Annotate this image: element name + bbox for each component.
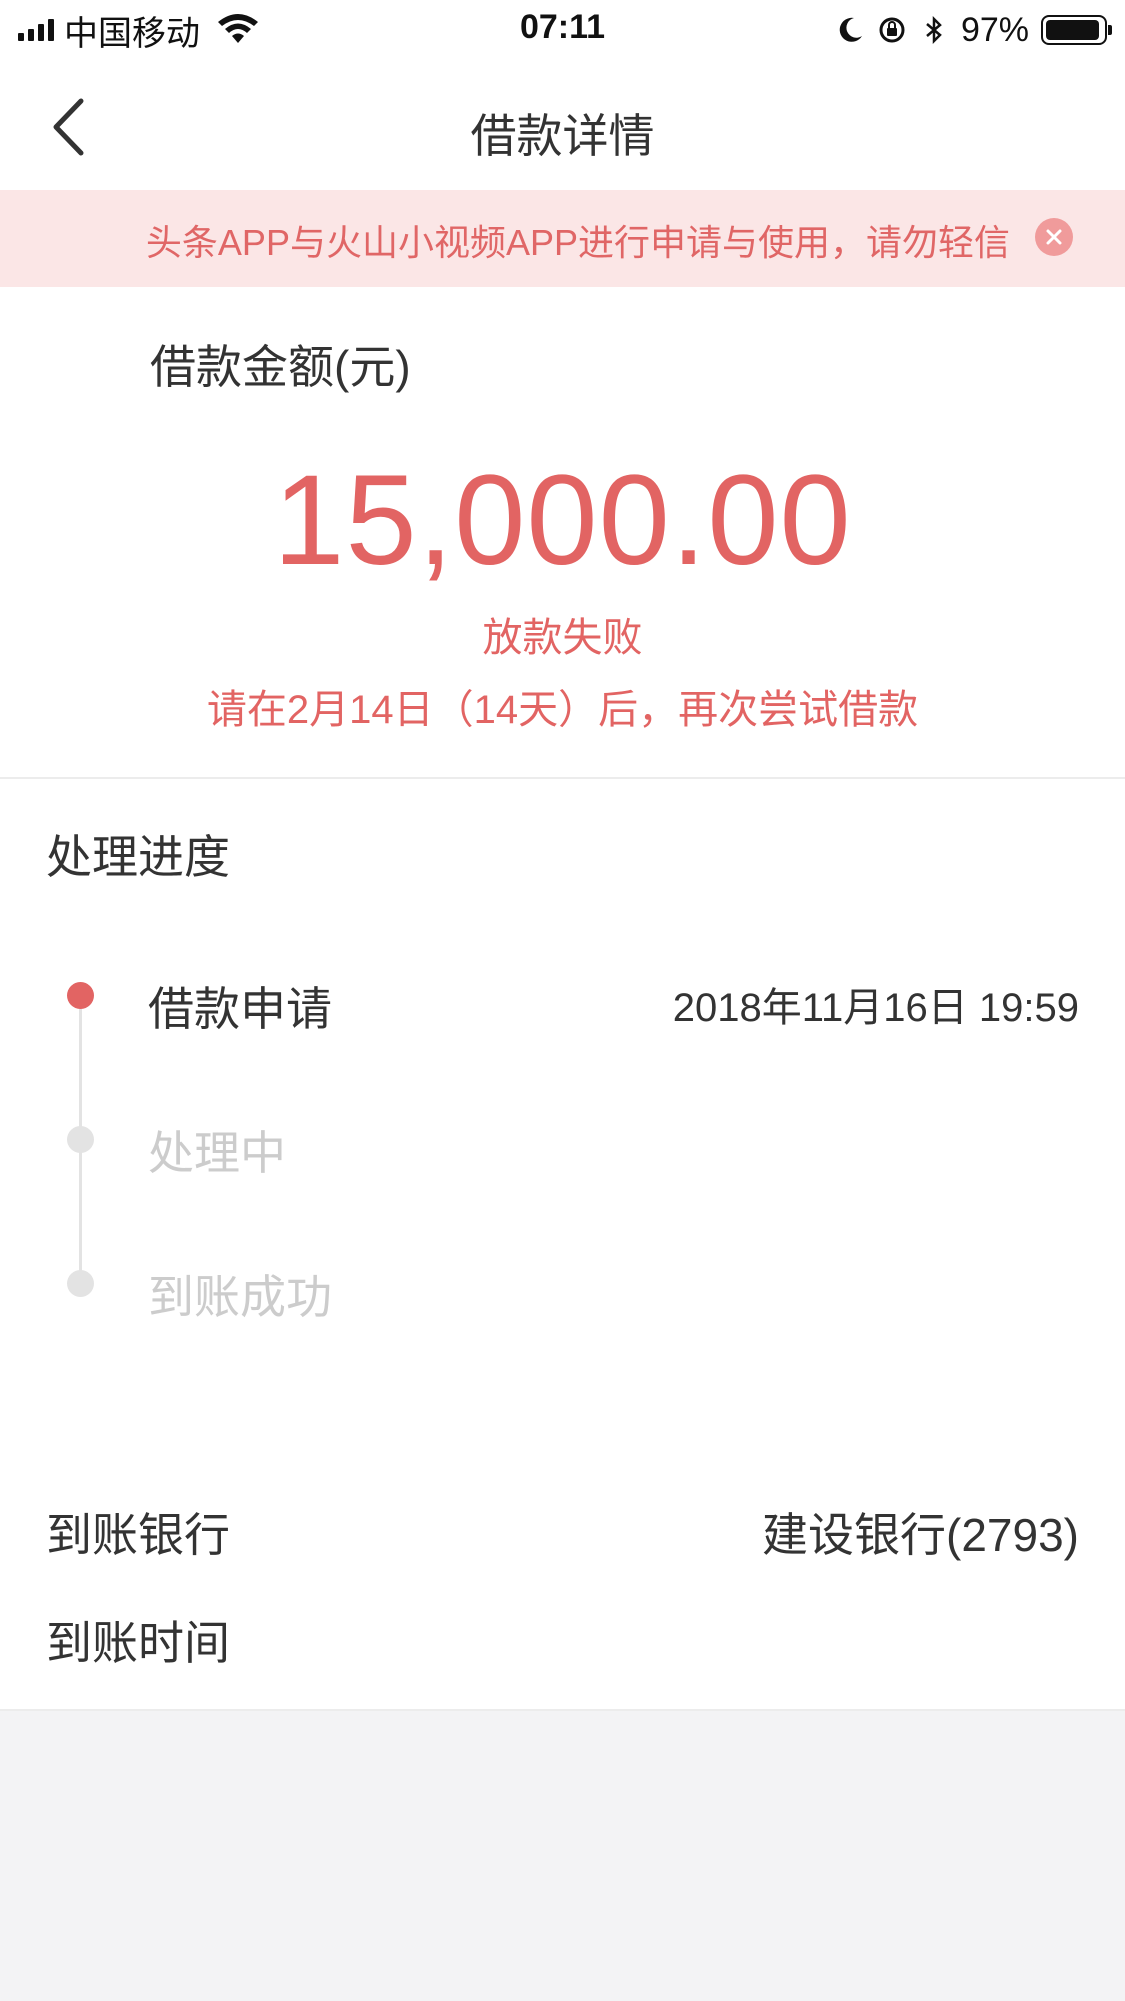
battery-percent: 97% xyxy=(960,10,1029,49)
status-bar: 中国移动 07:11 97% xyxy=(0,0,1125,62)
timeline-dot-success xyxy=(67,1270,94,1297)
timeline-dot-processing xyxy=(67,1126,94,1153)
amount-card: 借款金额(元) 15,000.00 放款失败 请在2月14日（14天）后，再次尝… xyxy=(0,287,1125,779)
page-title: 借款详情 xyxy=(470,110,655,162)
notice-text: 头条APP与火山小视频APP进行申请与使用，请勿轻信 xyxy=(145,222,1010,263)
notice-banner: 头条APP与火山小视频APP进行申请与使用，请勿轻信 xyxy=(0,190,1125,287)
rotation-lock-icon xyxy=(879,17,905,43)
moon-icon xyxy=(839,17,862,42)
progress-title: 处理进度 xyxy=(46,831,230,883)
bank-value: 建设银行(2793) xyxy=(762,1509,1079,1561)
timeline-dot-apply xyxy=(67,982,94,1009)
bluetooth-icon xyxy=(926,15,942,45)
progress-section: 处理进度 借款申请 2018年11月16日 19:59 处理中 到账成功 到账银… xyxy=(0,779,1125,1711)
amount-label: 借款金额(元) xyxy=(150,341,411,393)
notice-text-container: 头条APP与火山小视频APP进行申请与使用，请勿轻信 xyxy=(0,214,1010,266)
step-time-apply: 2018年11月16日 19:59 xyxy=(672,986,1079,1030)
status-right: 97% xyxy=(835,10,1112,50)
nav-bar: 借款详情 xyxy=(0,62,1125,190)
close-icon xyxy=(1046,229,1062,245)
step-label-apply: 借款申请 xyxy=(148,983,332,1035)
battery-icon xyxy=(1041,15,1112,45)
amount-value: 15,000.00 xyxy=(273,449,852,592)
step-label-processing: 处理中 xyxy=(148,1127,286,1179)
step-label-success: 到账成功 xyxy=(148,1271,332,1323)
retry-hint: 请在2月14日（14天）后，再次尝试借款 xyxy=(206,688,919,732)
loan-status: 放款失败 xyxy=(482,616,643,660)
bank-label: 到账银行 xyxy=(46,1509,230,1561)
notice-close-button[interactable] xyxy=(1035,218,1073,256)
arrival-time-label: 到账时间 xyxy=(46,1617,230,1669)
